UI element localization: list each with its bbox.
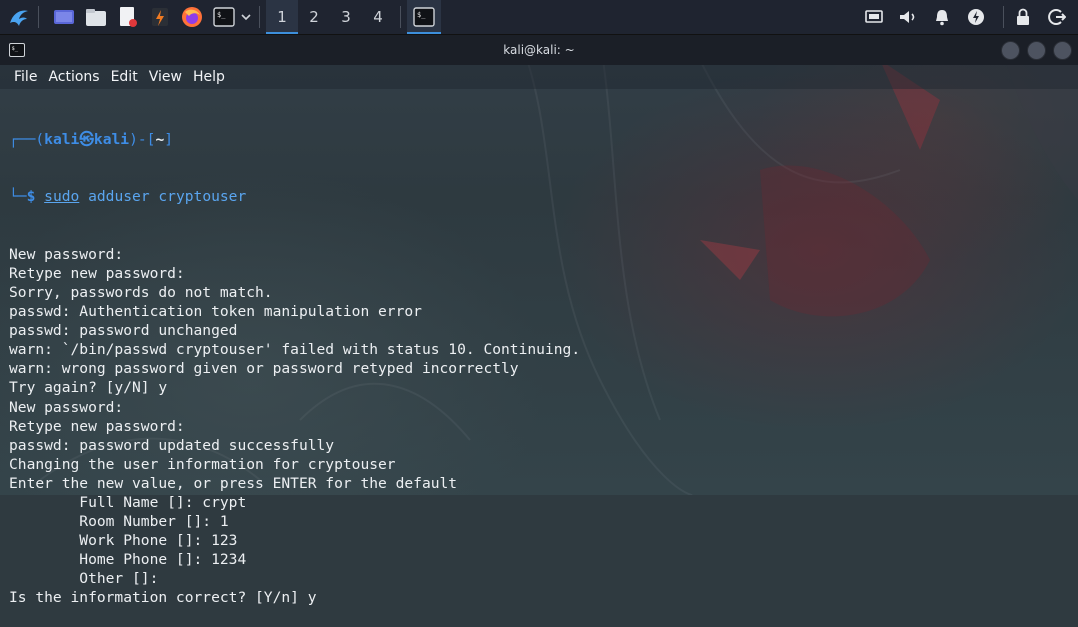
output-line: New password: <box>9 245 124 263</box>
output-line: passwd: password unchanged <box>9 322 238 340</box>
command-text: adduser cryptouser <box>79 188 247 206</box>
file-manager-icon[interactable] <box>83 4 109 30</box>
chevron-down-icon[interactable] <box>239 4 253 30</box>
workspace-2[interactable]: 2 <box>298 0 330 34</box>
prompt-host: kali <box>93 131 130 149</box>
lock-icon[interactable] <box>1010 4 1036 30</box>
output-line: passwd: password updated successfully <box>9 436 335 454</box>
output-line: Home Phone []: 1234 <box>9 551 247 569</box>
taskbar-separator <box>259 6 260 28</box>
taskbar-terminal-window[interactable]: $_ <box>407 0 441 34</box>
prompt-separator: )-[ <box>129 131 156 149</box>
workspace-label: 4 <box>373 8 383 26</box>
menu-actions[interactable]: Actions <box>48 69 99 85</box>
output-lines: New password: Retype new password: Sorry, … <box>9 245 1069 608</box>
top-taskbar: $_ 1 2 3 4 $_ <box>0 0 1078 35</box>
output-line: New password: <box>9 398 124 416</box>
window-title: kali@kali: ~ <box>503 43 575 57</box>
workspace-3[interactable]: 3 <box>330 0 362 34</box>
output-line: Other []: <box>9 570 159 588</box>
menu-help[interactable]: Help <box>193 69 225 85</box>
output-line: Enter the new value, or press ENTER for … <box>9 474 458 492</box>
workspace-1[interactable]: 1 <box>266 0 298 34</box>
output-line: Sorry, passwords do not match. <box>9 283 273 301</box>
workspace-label: 3 <box>341 8 351 26</box>
prompt-path: ~ <box>155 131 165 149</box>
text-editor-icon[interactable] <box>115 4 141 30</box>
desktop-icon[interactable] <box>51 4 77 30</box>
output-line: passwd: Authentication token manipulatio… <box>9 303 422 321</box>
workspace-4[interactable]: 4 <box>362 0 394 34</box>
menubar: File Actions Edit View Help <box>0 65 1078 89</box>
window-controls <box>1001 41 1072 60</box>
output-line: Room Number []: 1 <box>9 513 229 531</box>
output-line: Retype new password: <box>9 417 185 435</box>
terminal-output[interactable]: ┌──(kali㉿kali)-[~] └─$ sudo adduser cryp… <box>9 92 1069 627</box>
prompt-arrow: └─ <box>9 188 27 206</box>
terminal-icon[interactable]: $_ <box>211 4 237 30</box>
menu-file[interactable]: File <box>14 69 37 85</box>
taskbar-separator <box>1003 6 1004 28</box>
output-line: warn: `/bin/passwd cryptouser' failed wi… <box>9 341 581 359</box>
taskbar-separator <box>38 6 39 28</box>
prompt-bracket-close: ] <box>164 131 174 149</box>
prompt-dollar: $ <box>26 188 45 206</box>
menu-view[interactable]: View <box>149 69 182 85</box>
minimize-button[interactable] <box>1001 41 1020 60</box>
output-line: Changing the user information for crypto… <box>9 455 396 473</box>
output-line: Work Phone []: 123 <box>9 532 238 550</box>
terminal-icon: $_ <box>413 7 435 27</box>
firefox-icon[interactable] <box>179 4 205 30</box>
prompt-corner: ┌──( <box>9 131 45 149</box>
output-line: Is the information correct? [Y/n] y <box>9 589 317 607</box>
menu-edit[interactable]: Edit <box>111 69 138 85</box>
taskbar-separator <box>400 6 401 28</box>
logout-icon[interactable] <box>1044 4 1070 30</box>
volume-icon[interactable] <box>895 4 921 30</box>
prompt-line-2: └─$ sudo adduser cryptouser <box>9 187 1069 206</box>
system-tray <box>861 0 1078 34</box>
prompt-at-symbol: ㉿ <box>79 131 94 149</box>
prompt-user: kali <box>44 131 80 149</box>
power-manager-icon[interactable] <box>963 4 989 30</box>
workspace-label: 2 <box>309 8 319 26</box>
burpsuite-icon[interactable] <box>147 4 173 30</box>
svg-text:$_: $_ <box>12 46 19 52</box>
window-titlebar[interactable]: $_ kali@kali: ~ <box>0 35 1078 65</box>
close-button[interactable] <box>1053 41 1072 60</box>
command-sudo: sudo <box>44 188 80 206</box>
output-line: Retype new password: <box>9 264 185 282</box>
svg-text:$_: $_ <box>217 11 226 19</box>
prompt-line-1: ┌──(kali㉿kali)-[~] <box>9 130 1069 149</box>
svg-text:$_: $_ <box>417 11 426 19</box>
maximize-button[interactable] <box>1027 41 1046 60</box>
output-line: Try again? [y/N] y <box>9 379 168 397</box>
terminal-icon: $_ <box>9 43 25 57</box>
notification-bell-icon[interactable] <box>929 4 955 30</box>
output-line: warn: wrong password given or password r… <box>9 360 519 378</box>
output-line: Full Name []: crypt <box>9 493 247 511</box>
kali-menu-icon[interactable] <box>6 4 32 30</box>
workspace-label: 1 <box>277 8 287 26</box>
display-icon[interactable] <box>861 4 887 30</box>
